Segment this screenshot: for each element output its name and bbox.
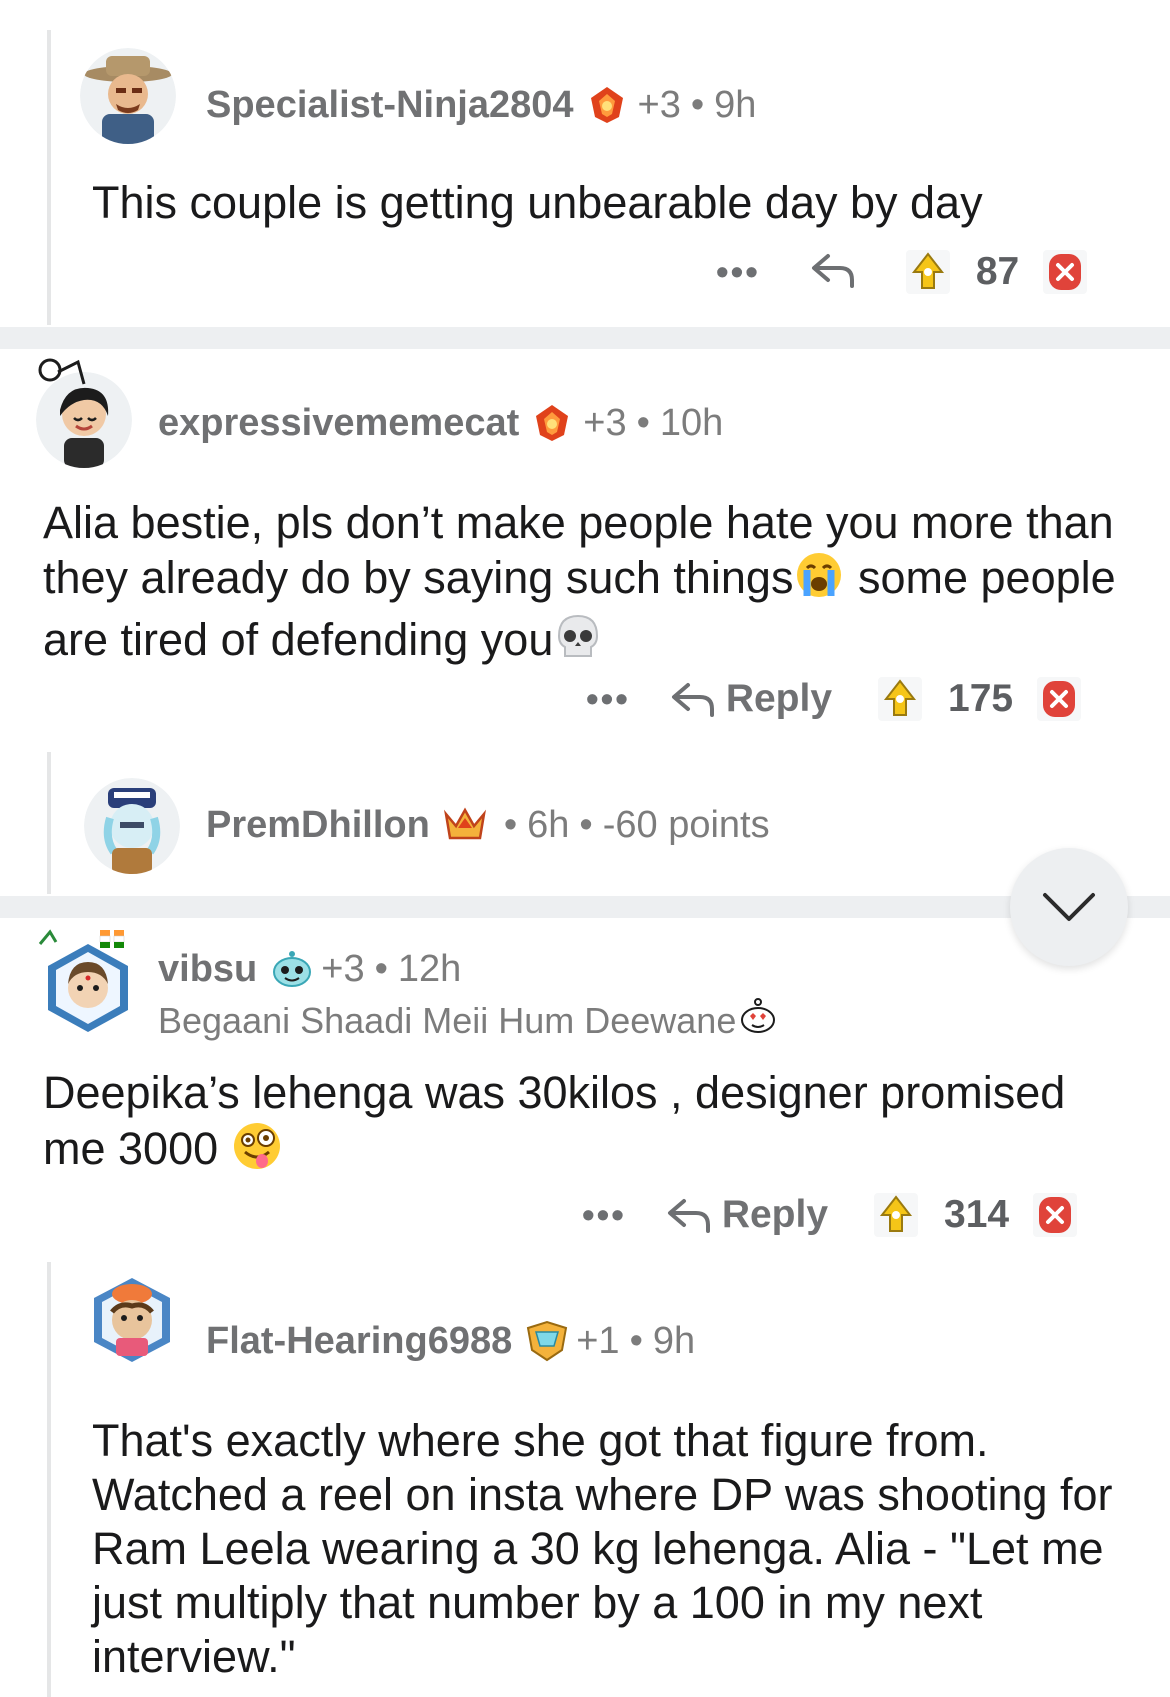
snoo-face-award-icon <box>269 948 312 990</box>
reply-label: Reply <box>725 677 833 720</box>
avatar[interactable] <box>84 1272 180 1368</box>
username[interactable]: expressivememecat <box>158 402 519 445</box>
comment-meta: expressivememecat +3 • 10h <box>158 398 723 448</box>
downvote-icon[interactable] <box>1043 250 1088 294</box>
avatar[interactable] <box>80 48 176 144</box>
karma: +3 <box>321 947 365 990</box>
username[interactable]: Flat-Hearing6988 <box>206 1320 512 1363</box>
reply-arrow-icon[interactable] <box>810 250 856 295</box>
separator: • <box>579 803 593 846</box>
comment-meta: Specialist-Ninja2804 +3 • 9h <box>206 80 756 130</box>
reply-button[interactable]: Reply <box>666 1193 828 1237</box>
comment-body: Alia bestie, pls don’t make people hate … <box>43 496 1123 674</box>
thread-line <box>47 30 51 325</box>
user-flair: Begaani Shaadi Meii Hum Deewane <box>158 996 778 1045</box>
more-options-button[interactable]: ••• <box>582 1194 626 1236</box>
karma: +3 <box>583 401 627 444</box>
flame-gem-icon <box>586 84 628 126</box>
comment-body: This couple is getting unbearable day by… <box>92 177 983 228</box>
avatar[interactable] <box>84 778 180 874</box>
next-comment-button[interactable] <box>1010 848 1128 966</box>
separator: • <box>374 947 388 990</box>
reply-arrow-icon <box>667 1199 710 1233</box>
reply-arrow-icon <box>671 683 714 717</box>
flair-text: Begaani Shaadi Meii Hum Deewane <box>158 999 737 1041</box>
username[interactable]: vibsu <box>158 948 257 991</box>
thread-line <box>47 752 51 894</box>
crown-award-icon <box>442 804 486 846</box>
skull-emoji-icon <box>553 612 603 674</box>
separator: • <box>503 803 518 846</box>
upvote-award-icon[interactable] <box>874 1193 919 1237</box>
comment-body: Deepika’s lehenga was 30kilos , designer… <box>43 1066 1123 1184</box>
comment-divider <box>0 327 1170 349</box>
upvote-award-icon[interactable] <box>878 677 923 721</box>
upvote-award-icon[interactable] <box>905 250 950 294</box>
chevron-down-icon <box>1043 893 1095 921</box>
zany-face-emoji-icon <box>231 1120 283 1184</box>
thread-line <box>47 1262 51 1697</box>
username[interactable]: Specialist-Ninja2804 <box>206 84 574 127</box>
comment-meta: vibsu +3 • 12h <box>158 944 461 994</box>
separator: • <box>690 83 705 126</box>
more-options-button[interactable]: ••• <box>716 251 760 293</box>
comment-actions: ••• Reply 175 <box>586 669 1082 729</box>
more-options-button[interactable]: ••• <box>586 678 630 720</box>
timestamp: 12h <box>397 947 462 990</box>
reply-button[interactable]: Reply <box>670 677 832 721</box>
crying-face-emoji-icon <box>793 550 845 612</box>
comment-body: That's exactly where she got that figure… <box>92 1415 1113 1682</box>
vote-score: 314 <box>944 1193 1010 1236</box>
separator: • <box>636 401 650 444</box>
flame-gem-icon <box>531 402 573 444</box>
karma: +1 <box>576 1319 620 1362</box>
vote-score: 175 <box>948 677 1014 720</box>
comment-meta: PremDhillon • 6h • -60 points <box>206 800 770 850</box>
timestamp: 9h <box>714 83 757 126</box>
heart-eyes-snoo-icon <box>738 996 778 1045</box>
comment-meta: Flat-Hearing6988 +1 • 9h <box>206 1316 695 1366</box>
comment-actions: ••• 87 <box>716 242 1088 302</box>
vote-score: 87 <box>975 250 1020 293</box>
points: -60 points <box>602 803 770 846</box>
comment-divider <box>0 896 1170 918</box>
flag-decoration-icon <box>38 929 125 948</box>
snoo-antenna-icon <box>38 358 86 385</box>
comment-text: Deepika’s lehenga was 30kilos , designer… <box>43 1067 1066 1174</box>
reply-label: Reply <box>721 1193 829 1236</box>
downvote-icon[interactable] <box>1037 677 1082 721</box>
comment-actions: ••• Reply 314 <box>582 1185 1078 1245</box>
timestamp: 6h <box>527 803 570 846</box>
avatar[interactable] <box>40 940 136 1036</box>
username[interactable]: PremDhillon <box>206 804 430 847</box>
timestamp: 9h <box>652 1319 696 1362</box>
downvote-icon[interactable] <box>1033 1193 1078 1237</box>
karma: +3 <box>637 83 681 126</box>
separator: • <box>629 1319 643 1362</box>
timestamp: 10h <box>659 401 724 444</box>
gem-shield-award-icon <box>524 1320 568 1362</box>
